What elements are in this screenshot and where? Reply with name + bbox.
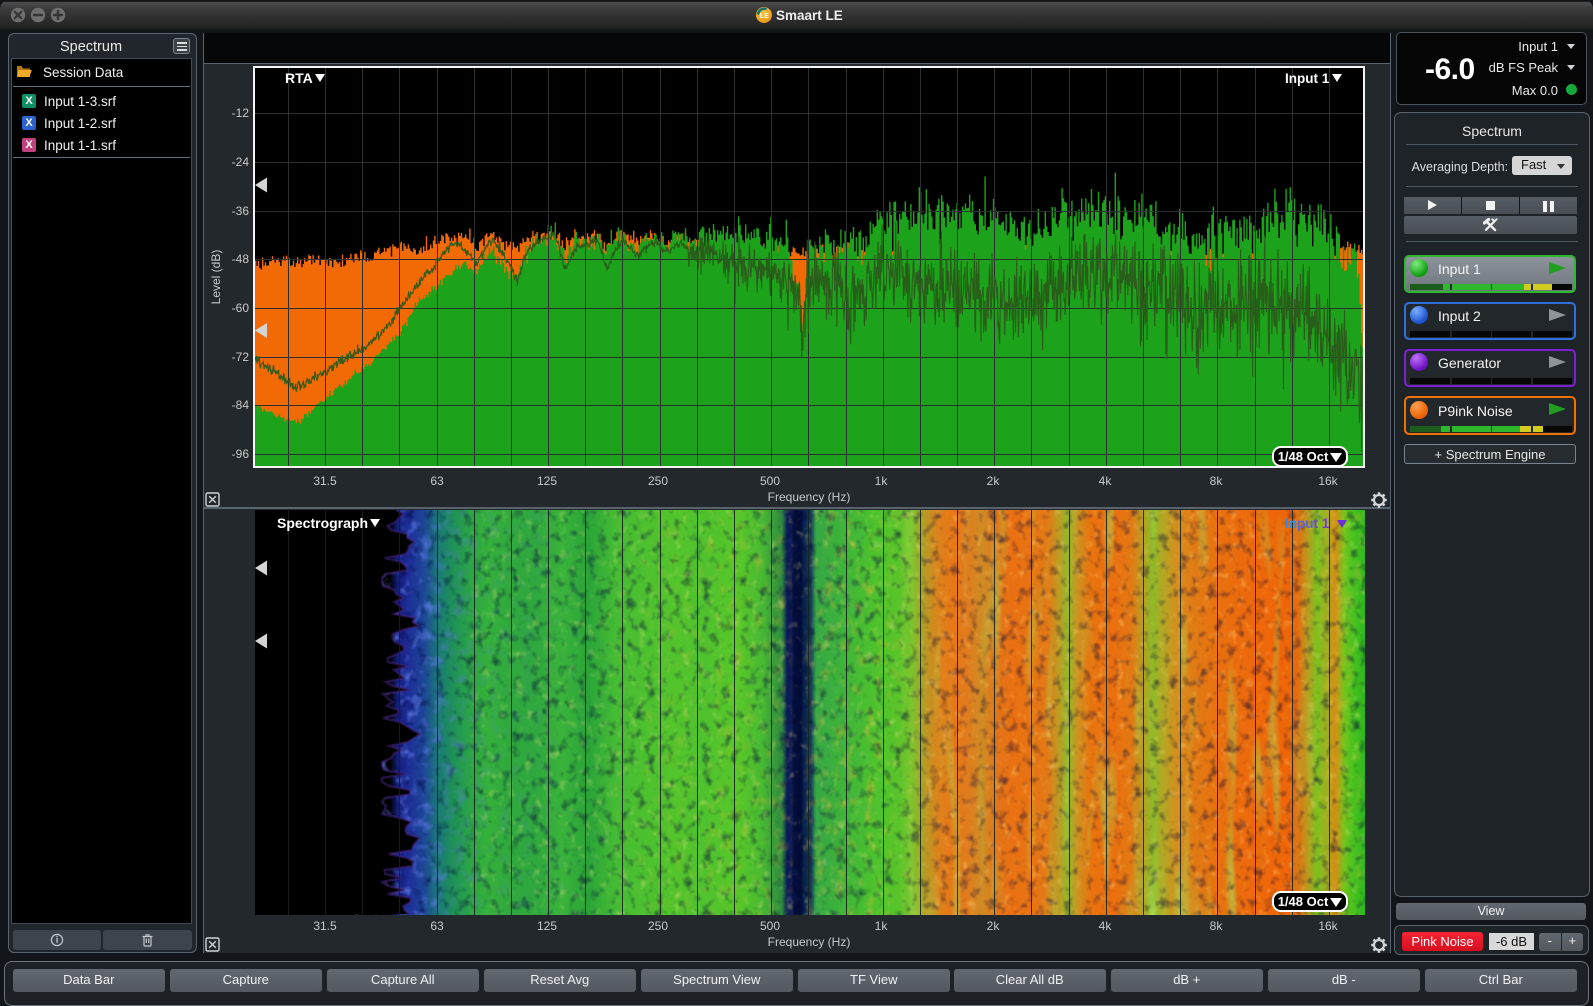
svg-text:LE: LE	[760, 13, 769, 20]
